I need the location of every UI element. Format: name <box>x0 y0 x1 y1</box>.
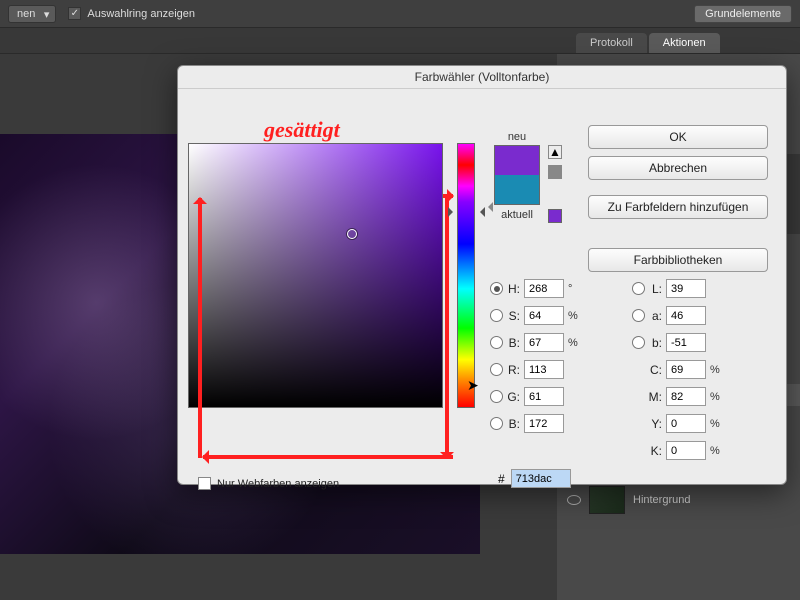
tab-protokoll[interactable]: Protokoll <box>576 33 647 53</box>
panel-tabs: Protokoll Aktionen <box>0 28 800 54</box>
hex-label: # <box>498 472 505 486</box>
input-h[interactable] <box>524 279 564 298</box>
show-selection-ring-checkbox[interactable]: ✓ Auswahlring anzeigen <box>68 7 195 20</box>
radio-b[interactable] <box>632 336 645 349</box>
swatch-compare-arrow <box>483 202 493 212</box>
options-bar: nen ✓ Auswahlring anzeigen Grundelemente <box>0 0 800 28</box>
color-picker-dialog: Farbwähler (Volltonfarbe) gesättigt dunk… <box>177 65 787 485</box>
input-s[interactable] <box>524 306 564 325</box>
cube-icon[interactable] <box>548 165 562 179</box>
annotation-saturated: gesättigt <box>264 117 340 143</box>
dialog-title: Farbwähler (Volltonfarbe) <box>178 66 786 89</box>
gamut-warning-icon[interactable]: ▲ <box>548 145 562 159</box>
input-r[interactable] <box>524 360 564 379</box>
input-hex[interactable] <box>511 469 571 488</box>
checkbox-label: Auswahlring anzeigen <box>87 8 195 20</box>
checkbox-icon[interactable] <box>198 477 211 490</box>
layer-row[interactable]: Hintergrund <box>567 486 690 514</box>
arrow-bottom <box>203 455 453 459</box>
swatch-current[interactable] <box>495 175 539 204</box>
input-a[interactable] <box>666 306 706 325</box>
visibility-icon[interactable] <box>567 495 581 505</box>
color-values-grid: H:° L: S:% a: B:% b: R: C:% G: M:% B: Y:… <box>490 279 730 460</box>
hue-slider[interactable] <box>457 143 475 408</box>
swatch-box[interactable] <box>494 145 540 205</box>
radio-bhsb[interactable] <box>490 336 503 349</box>
add-to-swatches-button[interactable]: Zu Farbfeldern hinzufügen <box>588 195 768 219</box>
swatch-new[interactable] <box>495 146 539 175</box>
radio-r[interactable] <box>490 363 503 376</box>
input-b[interactable] <box>666 333 706 352</box>
mini-swatch[interactable] <box>548 209 562 223</box>
essentials-button[interactable]: Grundelemente <box>694 5 792 23</box>
swatch-current-label: aktuell <box>494 209 540 221</box>
panel-edge <box>787 154 800 234</box>
ok-button[interactable]: OK <box>588 125 768 149</box>
input-bhsb[interactable] <box>524 333 564 352</box>
swatch-new-label: neu <box>494 131 540 143</box>
radio-h[interactable] <box>490 282 503 295</box>
input-brgb[interactable] <box>524 414 564 433</box>
web-colors-checkbox[interactable]: Nur Webfarben anzeigen <box>198 477 339 490</box>
radio-a[interactable] <box>632 309 645 322</box>
hue-indicator-left <box>448 207 458 217</box>
layer-label: Hintergrund <box>633 494 690 506</box>
color-picker-cursor[interactable] <box>347 229 357 239</box>
radio-g[interactable] <box>490 390 503 403</box>
arrow-left <box>198 198 202 458</box>
web-colors-label: Nur Webfarben anzeigen <box>217 478 339 490</box>
input-m[interactable] <box>666 387 706 406</box>
input-k[interactable] <box>666 441 706 460</box>
hex-row: # <box>498 469 571 488</box>
layer-thumbnail <box>589 486 625 514</box>
color-field-container: 1) Nur Webfarben anzeigen <box>188 143 443 408</box>
color-field[interactable] <box>188 143 443 408</box>
tab-aktionen[interactable]: Aktionen <box>649 33 720 53</box>
cancel-button[interactable]: Abbrechen <box>588 156 768 180</box>
tool-preset-select[interactable]: nen <box>8 5 56 23</box>
radio-brgb[interactable] <box>490 417 503 430</box>
checkbox-icon[interactable]: ✓ <box>68 7 81 20</box>
input-y[interactable] <box>666 414 706 433</box>
dialog-buttons: OK Abbrechen Zu Farbfeldern hinzufügen F… <box>588 125 768 272</box>
input-l[interactable] <box>666 279 706 298</box>
color-libraries-button[interactable]: Farbbibliotheken <box>588 248 768 272</box>
input-g[interactable] <box>524 387 564 406</box>
input-c[interactable] <box>666 360 706 379</box>
radio-s[interactable] <box>490 309 503 322</box>
arrow-right <box>445 198 449 458</box>
color-swatch-area: neu aktuell <box>494 131 540 221</box>
radio-l[interactable] <box>632 282 645 295</box>
swatch-warning-icons: ▲ <box>548 145 562 179</box>
